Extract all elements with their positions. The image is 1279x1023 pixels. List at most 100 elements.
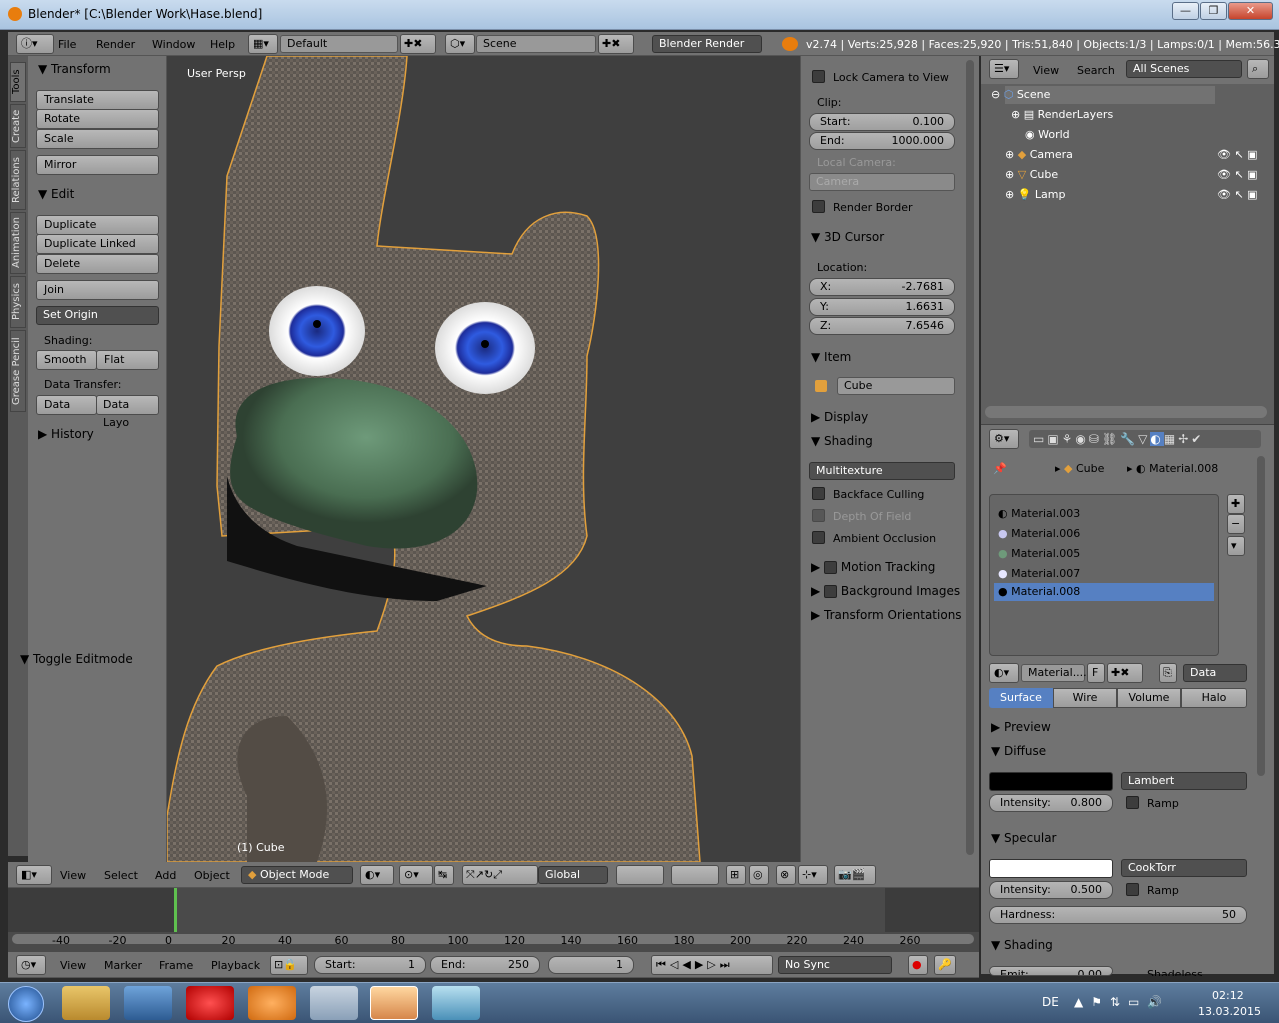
local-camera-field[interactable]: Camera: [809, 173, 955, 191]
explorer-icon[interactable]: [62, 986, 110, 1020]
add-slot-button[interactable]: ✚: [1227, 494, 1245, 514]
timeline-view-menu[interactable]: View: [60, 959, 86, 972]
current-frame-field[interactable]: 1: [548, 956, 634, 974]
mode-select[interactable]: ◆ Object Mode: [241, 866, 353, 884]
outliner-lamp-row[interactable]: ⊕ 💡 Lamp: [1005, 188, 1066, 201]
timeline-area[interactable]: -40 -20 0 20 40 60 80 100 120 140 160 180 200 220 240 2…: [8, 888, 979, 952]
maximize-button[interactable]: ❐: [1200, 2, 1227, 20]
shading-panel-title[interactable]: ▼ Shading: [991, 938, 1053, 952]
material-browse-button[interactable]: ◐▾: [989, 663, 1019, 683]
specular-shader-select[interactable]: CookTorr: [1121, 859, 1247, 877]
blender-taskbar-icon[interactable]: [248, 986, 296, 1020]
material-copy-icon[interactable]: ⎘: [1159, 663, 1177, 683]
transform-manipulators[interactable]: ⤧↗↻⤢: [462, 865, 538, 885]
join-button[interactable]: Join: [36, 280, 159, 300]
data-button[interactable]: Data: [36, 395, 97, 415]
diffuse-ramp-checkbox[interactable]: [1126, 796, 1139, 809]
tab-tools[interactable]: Tools: [10, 62, 26, 102]
3d-cursor-title[interactable]: ▼ 3D Cursor: [811, 230, 884, 244]
material-name-field[interactable]: Material....: [1021, 664, 1087, 682]
shading-title[interactable]: ▼ Shading: [811, 434, 873, 448]
archive-icon[interactable]: [310, 986, 358, 1020]
background-images-title[interactable]: ▶ Background Images: [811, 584, 960, 598]
snap-element-select[interactable]: ⊹▾: [798, 865, 828, 885]
translate-button[interactable]: Translate: [36, 90, 159, 110]
emit-field[interactable]: Emit: 0.00: [989, 966, 1113, 976]
material-slot[interactable]: ● Material.005: [998, 547, 1080, 560]
menu-render[interactable]: Render: [96, 38, 135, 51]
outliner-scene-row[interactable]: ⊖ ⬡ Scene: [991, 88, 1050, 101]
specular-color-swatch[interactable]: [989, 859, 1113, 878]
toggle-editmode-title[interactable]: ▼ Toggle Editmode: [20, 652, 133, 666]
specular-panel-title[interactable]: ▼ Specular: [991, 831, 1057, 845]
pin-icon[interactable]: 📌: [993, 462, 1007, 475]
properties-editor-scrollbar[interactable]: [1257, 456, 1265, 776]
scene-add-remove[interactable]: ✚✖: [598, 34, 634, 54]
orientation-select[interactable]: Global: [538, 866, 608, 884]
duplicate-linked-button[interactable]: Duplicate Linked: [36, 234, 159, 254]
edit-panel-title[interactable]: ▼ Edit: [38, 187, 74, 201]
editor-type-button[interactable]: ⓘ▾: [16, 34, 54, 54]
hardness-field[interactable]: Hardness: 50: [989, 906, 1247, 924]
clock-date[interactable]: 13.03.2015: [1198, 1005, 1261, 1018]
layout-add-remove[interactable]: ✚✖: [400, 34, 436, 54]
outliner-renderlayers-row[interactable]: ⊕ ▤ RenderLayers: [1011, 108, 1113, 121]
outliner-search-menu[interactable]: Search: [1077, 64, 1115, 77]
select-menu[interactable]: Select: [104, 869, 138, 882]
tab-volume[interactable]: Volume: [1117, 688, 1181, 708]
preview-range-toggle[interactable]: ⊡🔒: [270, 955, 308, 975]
material-slot[interactable]: ● Material.007: [998, 567, 1080, 580]
keying-set-icon[interactable]: 🔑: [934, 955, 956, 975]
object-menu[interactable]: Object: [194, 869, 230, 882]
minimize-button[interactable]: —: [1172, 2, 1199, 20]
feather-app-icon[interactable]: [432, 986, 480, 1020]
outliner-world-row[interactable]: ◉ World: [1025, 128, 1070, 141]
lock-layers-icon[interactable]: ⊞: [726, 865, 746, 885]
flat-button[interactable]: Flat: [96, 350, 159, 370]
render-engine-select[interactable]: Blender Render: [652, 35, 762, 53]
history-panel-title[interactable]: ▶ History: [38, 427, 94, 441]
clip-end-field[interactable]: End: 1000.000: [809, 132, 955, 150]
3d-viewport[interactable]: User Persp (1) Cube: [167, 56, 800, 862]
outliner-editor-icon[interactable]: ☰▾: [989, 59, 1019, 79]
specular-intensity-field[interactable]: Intensity: 0.500: [989, 881, 1113, 899]
tab-wire[interactable]: Wire: [1053, 688, 1117, 708]
outliner-cube-row[interactable]: ⊕ ▽ Cube: [1005, 168, 1058, 181]
item-name-field[interactable]: Cube: [837, 377, 955, 395]
diffuse-intensity-field[interactable]: Intensity: 0.800: [989, 794, 1113, 812]
link-data-select[interactable]: Data: [1183, 664, 1247, 682]
data-layout-button[interactable]: Data Layo: [96, 395, 159, 429]
snap-toggle-icon[interactable]: ⊗: [776, 865, 796, 885]
outliner-camera-row[interactable]: ⊕ ◆ Camera: [1005, 148, 1073, 161]
menu-window[interactable]: Window: [152, 38, 195, 51]
sync-select[interactable]: No Sync: [778, 956, 892, 974]
layout-field[interactable]: Default: [280, 35, 398, 53]
material-slots-list[interactable]: ◐ Material.003 ● Material.006 ● Material…: [989, 494, 1219, 656]
remove-slot-button[interactable]: −: [1227, 514, 1245, 534]
menu-file[interactable]: File: [58, 38, 76, 51]
cursor-x-field[interactable]: X: -2.7681: [809, 278, 955, 296]
start-button[interactable]: [8, 986, 44, 1022]
layers-grid-left[interactable]: [616, 865, 664, 885]
specular-ramp-checkbox[interactable]: [1126, 883, 1139, 896]
preview-panel-title[interactable]: ▶ Preview: [991, 720, 1051, 734]
start-frame-field[interactable]: Start: 1: [314, 956, 426, 974]
lock-camera-checkbox[interactable]: [812, 70, 825, 83]
multitexture-select[interactable]: Multitexture: [809, 462, 955, 480]
viewport-shading-select[interactable]: ◐▾: [360, 865, 394, 885]
visibility-icons-lamp[interactable]: 👁 ↖ ▣: [1217, 188, 1258, 201]
properties-scrollbar[interactable]: [966, 60, 974, 855]
properties-editor-icon[interactable]: ⚙▾: [989, 429, 1019, 449]
tab-relations[interactable]: Relations: [10, 150, 26, 210]
opera-icon[interactable]: [186, 986, 234, 1020]
display-title[interactable]: ▶ Display: [811, 410, 868, 424]
rotate-button[interactable]: Rotate: [36, 109, 159, 129]
current-frame-marker[interactable]: [174, 888, 177, 932]
tab-create[interactable]: Create: [10, 104, 26, 148]
playback-controls[interactable]: ⏮◁◀▶▷⏭: [651, 955, 773, 975]
scale-button[interactable]: Scale: [36, 129, 159, 149]
motion-tracking-title[interactable]: ▶ Motion Tracking: [811, 560, 935, 574]
tab-animation[interactable]: Animation: [10, 212, 26, 274]
record-button[interactable]: ●: [908, 955, 928, 975]
diffuse-color-swatch[interactable]: [989, 772, 1113, 791]
